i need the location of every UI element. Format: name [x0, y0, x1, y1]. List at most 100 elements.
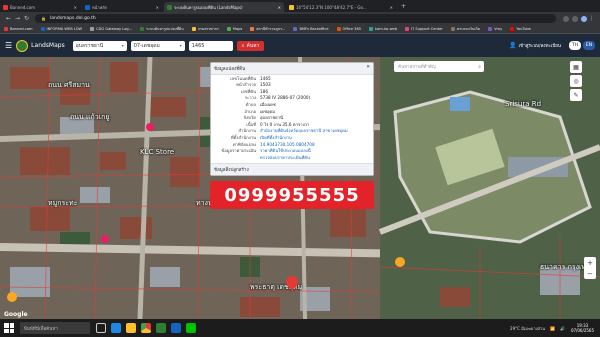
login-link[interactable]: เข้าสู่ระบบ/ลงทะเบียน [519, 42, 561, 49]
network-icon[interactable]: 📶 [550, 326, 555, 331]
favicon-icon [4, 27, 8, 31]
bookmark-item[interactable]: ครบรอบวันเกิด [450, 26, 480, 32]
lang-en-button[interactable]: EN [583, 41, 595, 50]
browser-tab[interactable]: 16°54'12.3"N 100°48'42.7"E - Go... ✕ [286, 2, 396, 12]
word-icon[interactable] [171, 323, 181, 333]
weather-text[interactable]: 29°C มีเมฆบางส่วน [510, 325, 545, 332]
district-select[interactable]: 07-เดชอุดม ▾ [130, 40, 185, 51]
favicon-icon [450, 27, 455, 31]
province-select[interactable]: อุบลราชธานี ▾ [72, 40, 127, 51]
menu-dots-icon[interactable]: ⋮ [587, 15, 596, 22]
edge-icon[interactable] [111, 323, 121, 333]
info-row: เนื้อที่ 0 ไร่ 0 งาน 35.6 ตารางวา [211, 121, 373, 128]
bookmark-item[interactable]: สถานีตำรวจภูธร... [250, 26, 285, 32]
bookmark-item[interactable]: BMFs Backoffice [293, 27, 329, 31]
building-info-section[interactable]: ข้อมูลสิ่งปลูกสร้าง [211, 162, 373, 175]
search-button[interactable]: ⌕ ค้นหา [236, 40, 265, 51]
parcel-number-input[interactable]: 1465 [188, 40, 233, 51]
info-link[interactable]: ตรวจสอบราคาประเมินที่ดิน [260, 155, 310, 160]
measure-icon[interactable]: ✎ [570, 89, 582, 101]
bookmark-item[interactable]: ระบบค้นหารูปแปลงที่ดิน [140, 26, 184, 32]
taskbar-search-input[interactable]: พิมพ์ที่นี่เพื่อค้นหา [20, 322, 90, 334]
info-row: อำเภอ เดชอุดม [211, 108, 373, 115]
file-explorer-icon[interactable] [126, 323, 136, 333]
info-link[interactable]: สำนักงานที่ดินจังหวัดอุบลราชธานี สาขาเดช… [260, 128, 348, 133]
zoom-control: + − [584, 257, 596, 279]
info-link[interactable]: ราคาที่ดินใช้ประกอบแปลงนี้ [260, 148, 311, 153]
close-icon[interactable]: ✕ [390, 5, 393, 10]
info-value: อุบลราชธานี [260, 115, 283, 121]
close-icon[interactable]: ✕ [74, 5, 77, 10]
address-bar: ← → ↻ 🔒 landsmaps.dol.go.th ⋮ [0, 12, 600, 25]
header-right: 👤 เข้าสู่ระบบ/ลงทะเบียน TH EN [509, 41, 595, 50]
close-icon[interactable]: ✕ [156, 5, 159, 10]
search-icon: ⌕ [241, 42, 245, 49]
bookmark-item[interactable]: Banned.com [4, 27, 33, 31]
lang-th-button[interactable]: TH [569, 41, 581, 50]
favicon-icon [369, 27, 374, 31]
back-icon[interactable]: ← [4, 15, 13, 22]
info-link[interactable]: 14.9043730,105.0804708 [260, 142, 315, 147]
close-icon[interactable]: ✕ [366, 65, 370, 72]
info-row: ข้อมูลราคาประเมิน ราคาที่ดินใช้ประกอบแปลง… [211, 148, 373, 155]
bookmark-item[interactable]: IT Support Center [405, 27, 443, 31]
app-header: ☰ LandsMaps อุบลราชธานี ▾ 07-เดชอุดม ▾ 146… [0, 34, 600, 57]
bookmark-item[interactable]: Maps [226, 27, 242, 31]
favicon-icon [488, 27, 493, 31]
info-value: เมืองเดช [260, 101, 276, 107]
map-place-label: KLC Store [140, 148, 175, 156]
info-value: เดชอุดม [260, 108, 275, 114]
browser-tab[interactable]: Banned.com ✕ [0, 2, 80, 12]
info-link[interactable]: เปิดที่ตั้งสำนักงาน [260, 135, 292, 140]
info-key: สำนักงาน [238, 128, 256, 134]
extension-icon[interactable] [563, 15, 569, 22]
browser-tab-active[interactable]: ระบบค้นหารูปแปลงที่ดิน (LandsMaps) ✕ [164, 2, 284, 12]
info-row: ค่าพิกัดแปลง 14.9043730,105.0804708 [211, 141, 373, 148]
windows-start-icon[interactable] [4, 323, 14, 333]
chrome-icon[interactable] [141, 323, 151, 333]
bookmark-item[interactable]: YouTube [510, 27, 531, 31]
extension-icon[interactable] [572, 15, 578, 22]
info-key: ค่าพิกัดแปลง [232, 141, 256, 147]
info-row: เลขที่ดิน 186 [211, 88, 373, 95]
line-icon[interactable] [186, 323, 196, 333]
task-view-icon[interactable] [96, 323, 106, 333]
info-key: หน้าสำรวจ [236, 82, 256, 88]
popup-title: ข้อมูลแปลงที่ดิน ✕ [211, 63, 373, 75]
bookmark-item[interactable]: INFORMA WEB LOW [40, 27, 82, 31]
zoom-out-button[interactable]: − [584, 268, 596, 279]
hamburger-menu-icon[interactable]: ☰ [5, 41, 12, 50]
new-tab-icon[interactable]: + [401, 3, 406, 10]
info-value: 5738 IV 2886-07 (2000) [260, 95, 311, 101]
info-row: หน้าสำรวจ 1503 [211, 82, 373, 89]
bookmark-item[interactable]: Office 365 [336, 27, 361, 31]
layers-icon[interactable]: ▦ [570, 61, 582, 73]
favicon-icon [167, 4, 172, 10]
info-key: ตำบล [245, 101, 256, 107]
bookmark-item[interactable]: Vroy [488, 27, 502, 31]
bookmark-item[interactable]: kam-ko-web [369, 27, 397, 31]
bookmark-item[interactable]: กรมสรรพากร [191, 26, 219, 32]
url-input[interactable]: 🔒 landsmaps.dol.go.th [35, 14, 556, 23]
favicon-icon [140, 27, 145, 31]
info-value: 1503 [260, 82, 271, 88]
info-key: อำเภอ [244, 108, 256, 114]
clock[interactable]: 19:33 07/06/2565 [571, 323, 594, 333]
info-value: 0 ไร่ 0 งาน 35.6 ตารางวา [260, 121, 310, 127]
windows-taskbar: พิมพ์ที่นี่เพื่อค้นหา 29°C มีเมฆบางส่วน … [0, 319, 600, 337]
map-place-search-input[interactable]: ค้นหาสถานที่สำคัญ ⌕ [394, 61, 484, 72]
bookmark-item[interactable]: CDG Gateway Log... [90, 27, 132, 31]
locate-icon[interactable]: ◎ [570, 75, 582, 87]
browser-tab[interactable]: หน้าหลัก ✕ [82, 2, 162, 12]
close-icon[interactable]: ✕ [278, 5, 281, 10]
excel-icon[interactable] [156, 323, 166, 333]
info-key: เลขที่ดิน [240, 88, 256, 94]
volume-icon[interactable]: 🔊 [560, 326, 565, 331]
info-key [214, 155, 260, 160]
reload-icon[interactable]: ↻ [22, 15, 31, 22]
map-place-label: ถนน แก้วเกยู [70, 113, 110, 121]
zoom-in-button[interactable]: + [584, 257, 596, 268]
forward-icon[interactable]: → [13, 15, 22, 22]
parcel-info-popup: ข้อมูลแปลงที่ดิน ✕ เลขโฉนดที่ดิน 1465 หน้าส… [210, 62, 374, 176]
info-row: ระวาง 5738 IV 2886-07 (2000) [211, 95, 373, 102]
